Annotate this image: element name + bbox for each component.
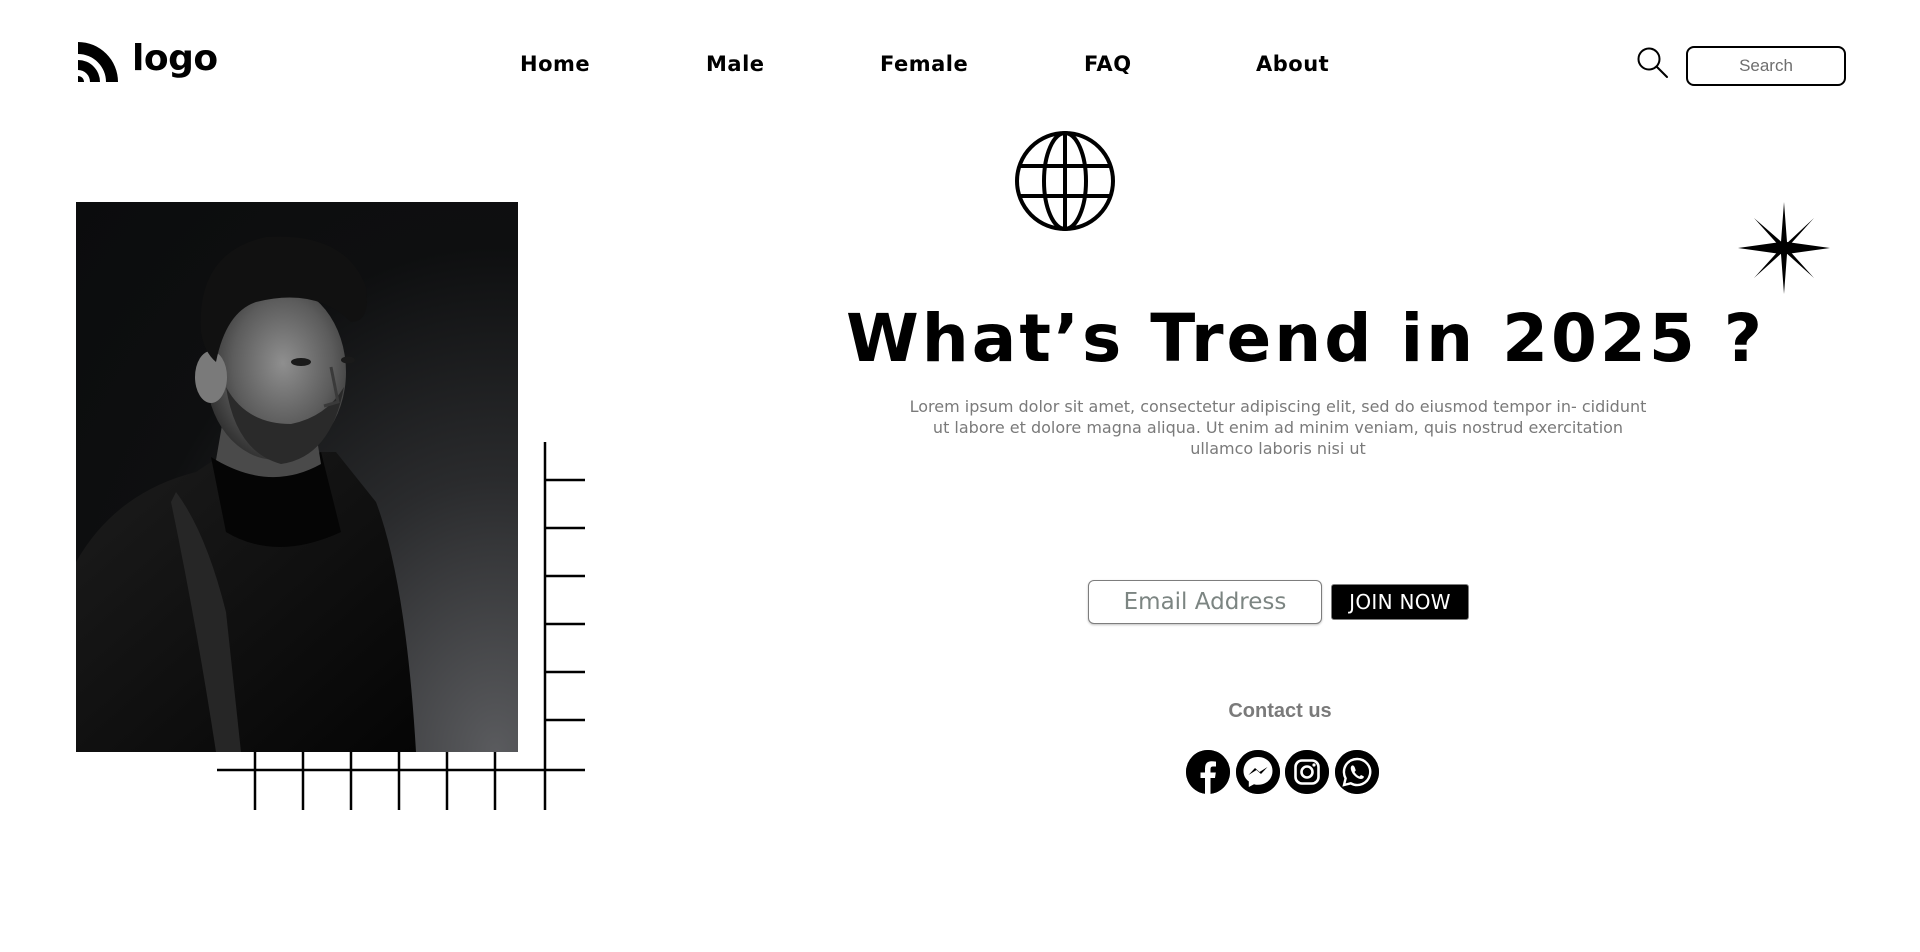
globe-icon [1015, 131, 1115, 231]
nav-male[interactable]: Male [706, 52, 765, 76]
nav-female[interactable]: Female [880, 52, 968, 76]
email-input[interactable] [1088, 580, 1322, 624]
landing-page: logo Home Male Female FAQ About Search W… [0, 0, 1920, 952]
portrait-figure [76, 236, 416, 752]
messenger-icon[interactable] [1236, 750, 1280, 794]
sparkle-star-icon [1738, 202, 1830, 294]
contact-label: Contact us [1228, 700, 1332, 722]
nav-faq[interactable]: FAQ [1084, 52, 1132, 76]
join-now-button[interactable]: JOIN NOW [1331, 584, 1469, 620]
nav-home[interactable]: Home [520, 52, 590, 76]
facebook-icon[interactable] [1186, 750, 1230, 794]
nav-about[interactable]: About [1256, 52, 1329, 76]
search-input[interactable] [1686, 46, 1846, 86]
main-nav: Home Male Female FAQ About [0, 52, 1920, 82]
hero-title: What’s Trend in 2025 ? [846, 300, 1766, 377]
hero-description: Lorem ipsum dolor sit amet, consectetur … [909, 397, 1647, 458]
whatsapp-icon[interactable] [1335, 750, 1379, 794]
hero-portrait-image [76, 202, 518, 752]
search-icon[interactable] [1636, 46, 1670, 80]
instagram-icon[interactable] [1285, 750, 1329, 794]
